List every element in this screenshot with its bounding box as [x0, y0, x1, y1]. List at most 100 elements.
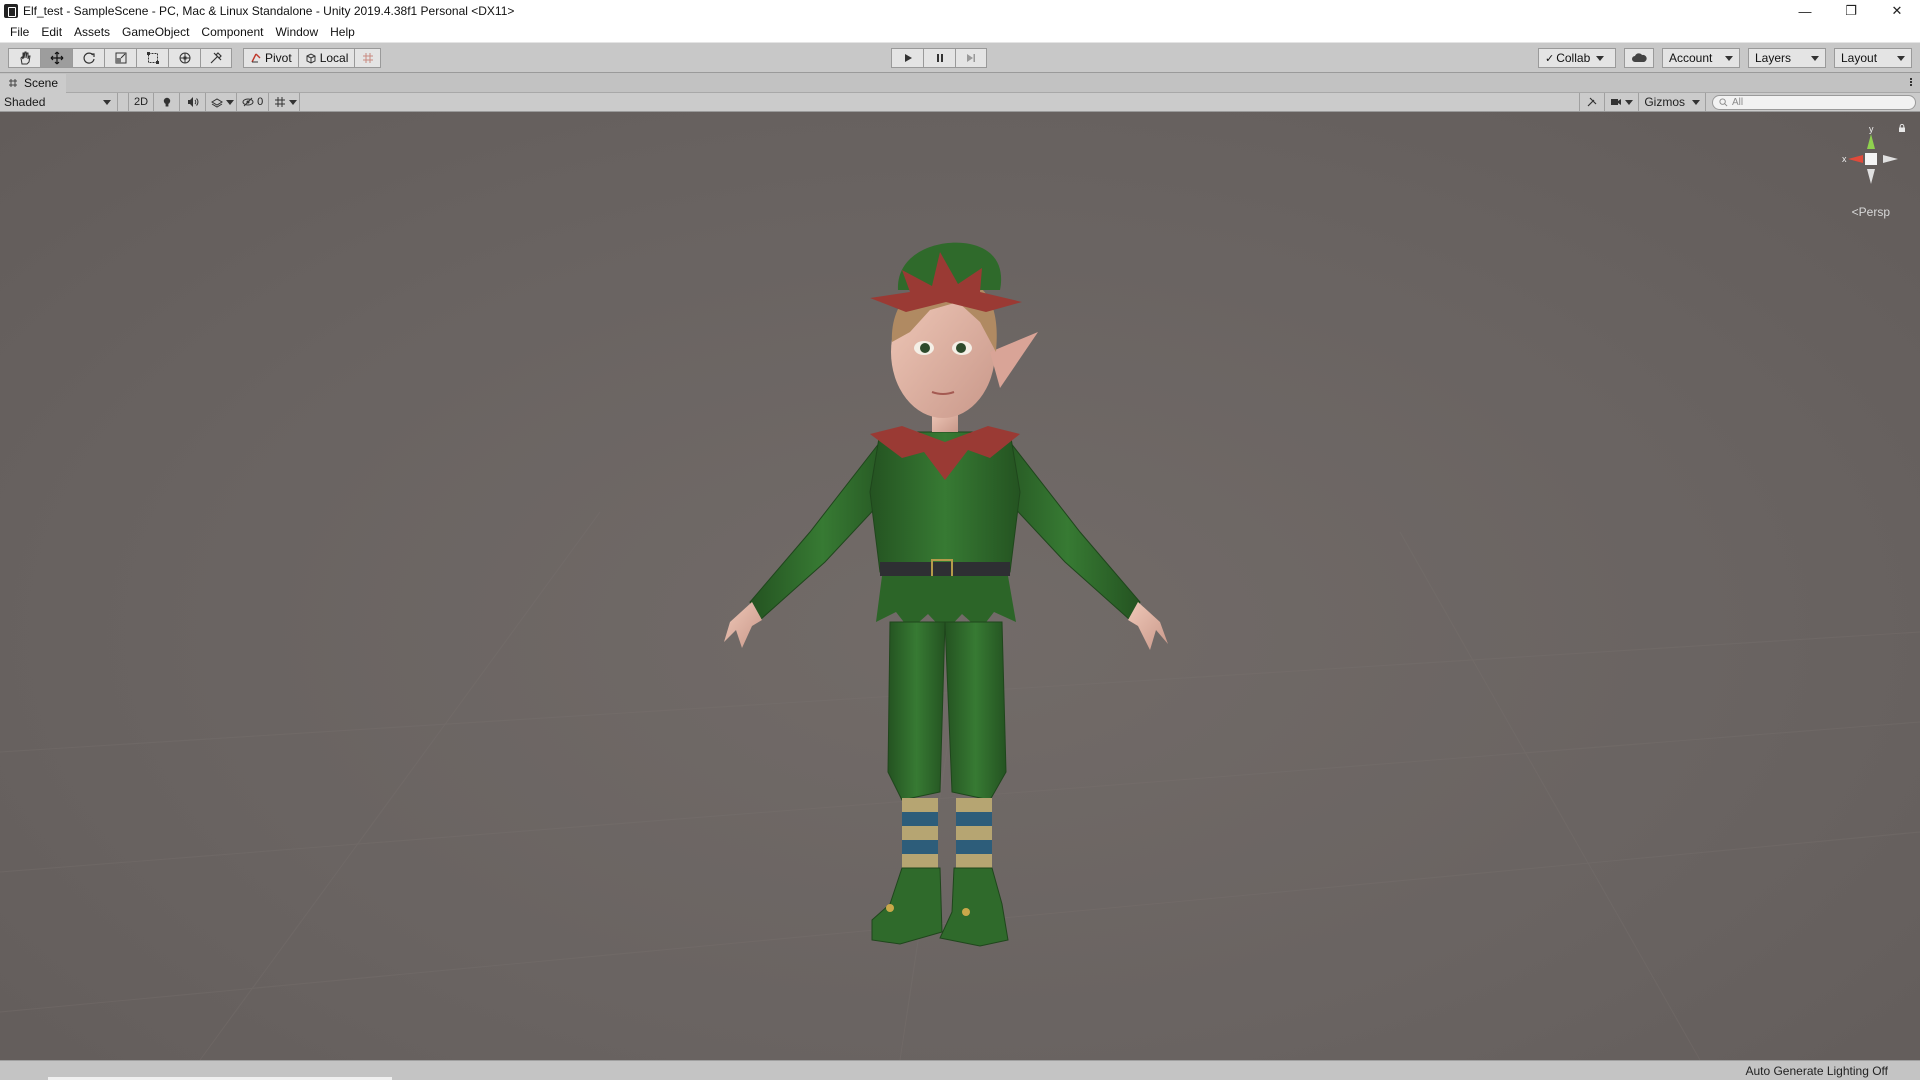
transform-tools	[8, 48, 232, 68]
chevron-down-icon	[1725, 55, 1733, 61]
rotate-icon	[82, 52, 95, 64]
lighting-toggle[interactable]	[154, 93, 181, 111]
effects-layers-icon	[211, 98, 224, 108]
eye-slash-icon	[242, 97, 254, 107]
scale-tool-button[interactable]	[104, 48, 136, 68]
gizmos-dropdown[interactable]: Gizmos	[1639, 93, 1706, 111]
neg-x-axis-cone[interactable]	[1883, 155, 1898, 163]
draw-mode-dropdown[interactable]: Shaded	[0, 93, 118, 111]
scale-icon	[115, 52, 126, 64]
chevron-down-icon	[1625, 99, 1634, 105]
gizmos-label: Gizmos	[1644, 95, 1685, 109]
chevron-down-icon	[1897, 55, 1905, 61]
play-controls	[891, 48, 987, 68]
effects-toggle[interactable]	[206, 93, 238, 111]
menu-help[interactable]: Help	[324, 22, 361, 43]
x-axis-cone[interactable]	[1848, 155, 1863, 163]
striped-socks	[902, 798, 992, 868]
hand-tool-button[interactable]	[8, 48, 40, 68]
local-toggle[interactable]: Local	[298, 48, 356, 68]
play-icon	[904, 54, 912, 62]
draw-mode-value: Shaded	[4, 95, 46, 109]
y-axis-cone[interactable]	[1867, 134, 1875, 149]
menu-file[interactable]: File	[4, 22, 35, 43]
tab-scene[interactable]: Scene	[0, 73, 67, 93]
menu-component[interactable]: Component	[195, 22, 269, 43]
toggle-2d-button[interactable]: 2D	[128, 93, 155, 111]
elf-character-model[interactable]	[640, 152, 1220, 1032]
scene-viewport[interactable]: x y <Persp	[0, 112, 1920, 1060]
window-title: Elf_test - SampleScene - PC, Mac & Linux…	[23, 4, 515, 18]
transform-gizmo-icon	[179, 52, 190, 64]
menu-gameobject[interactable]: GameObject	[116, 22, 195, 43]
pivot-label: Pivot	[265, 51, 292, 65]
local-label: Local	[319, 51, 349, 65]
rect-tool-button[interactable]	[136, 48, 168, 68]
search-placeholder: All	[1732, 96, 1744, 108]
step-button[interactable]	[955, 48, 987, 68]
account-label: Account	[1669, 51, 1713, 65]
layout-dropdown[interactable]: Layout	[1834, 48, 1912, 68]
search-icon	[1719, 97, 1728, 106]
pivot-toggle[interactable]: Pivot	[243, 48, 299, 68]
play-button[interactable]	[891, 48, 923, 68]
rotate-tool-button[interactable]	[72, 48, 104, 68]
title-bar: Elf_test - SampleScene - PC, Mac & Linux…	[0, 0, 1920, 22]
scene-tab-bar: Scene	[0, 73, 1920, 93]
menu-assets[interactable]: Assets	[68, 22, 116, 43]
pivot-icon	[251, 53, 261, 63]
grid-toggle[interactable]	[269, 93, 301, 111]
layers-dropdown[interactable]: Layers	[1748, 48, 1826, 68]
scene-toolbar-right: Gizmos All	[1579, 93, 1920, 111]
neg-y-axis-cone[interactable]	[1867, 169, 1875, 184]
chevron-down-icon	[1692, 99, 1700, 105]
rect-transform-icon	[146, 52, 159, 64]
pause-button[interactable]	[923, 48, 955, 68]
chevron-down-icon	[226, 99, 235, 105]
projection-label[interactable]: <Persp	[1852, 205, 1890, 219]
account-dropdown[interactable]: Account	[1662, 48, 1740, 68]
layers-label: Layers	[1755, 51, 1792, 65]
orientation-gizmo[interactable]: x y	[1836, 124, 1906, 214]
scene-toolbar: Shaded 2D 0 Gizmos All	[0, 93, 1920, 112]
custom-tool-button[interactable]	[200, 48, 232, 68]
toolbar-right: ✓ Collab Account Layers Layout	[1538, 48, 1912, 68]
window-controls: — ❐ ✕	[1782, 0, 1920, 22]
cloud-button[interactable]	[1624, 48, 1654, 68]
scene-tab-label: Scene	[24, 76, 59, 90]
scene-tools-button[interactable]	[1579, 93, 1606, 111]
move-arrows-icon	[50, 51, 63, 65]
transform-tool-button[interactable]	[168, 48, 200, 68]
tools-icon	[210, 52, 222, 64]
gizmo-center-cube[interactable]	[1865, 153, 1877, 165]
menu-window[interactable]: Window	[269, 22, 324, 43]
audio-toggle[interactable]	[180, 93, 207, 111]
grid-snap-icon	[362, 53, 373, 63]
pivot-group: Pivot Local	[243, 48, 382, 68]
tools-icon	[1587, 97, 1597, 107]
pause-icon	[936, 54, 943, 62]
unity-logo-icon	[4, 4, 18, 18]
layout-label: Layout	[1841, 51, 1878, 65]
minimize-button[interactable]: —	[1782, 0, 1828, 22]
lighting-status[interactable]: Auto Generate Lighting Off	[1745, 1064, 1888, 1078]
maximize-button[interactable]: ❐	[1828, 0, 1874, 22]
more-options-icon[interactable]	[1910, 78, 1912, 86]
camera-dropdown[interactable]	[1605, 93, 1640, 111]
move-tool-button[interactable]	[40, 48, 72, 68]
axis-x-label: x	[1842, 154, 1847, 164]
collab-dropdown[interactable]: ✓ Collab	[1538, 48, 1616, 68]
close-button[interactable]: ✕	[1874, 0, 1920, 22]
scene-search-input[interactable]: All	[1712, 94, 1916, 110]
grid-icon	[275, 97, 286, 107]
chevron-down-icon	[103, 99, 111, 105]
speaker-icon	[187, 97, 198, 107]
menu-edit[interactable]: Edit	[35, 22, 68, 43]
chevron-down-icon	[289, 99, 298, 105]
collab-check-icon: ✓	[1545, 52, 1555, 65]
grid-snap-button[interactable]	[355, 48, 382, 68]
hidden-objects-toggle[interactable]: 0	[237, 93, 270, 111]
main-toolbar: Pivot Local ✓ Collab Account Layers Layo…	[0, 43, 1920, 73]
lock-icon[interactable]	[1898, 124, 1906, 132]
scene-grid-icon	[9, 79, 17, 87]
